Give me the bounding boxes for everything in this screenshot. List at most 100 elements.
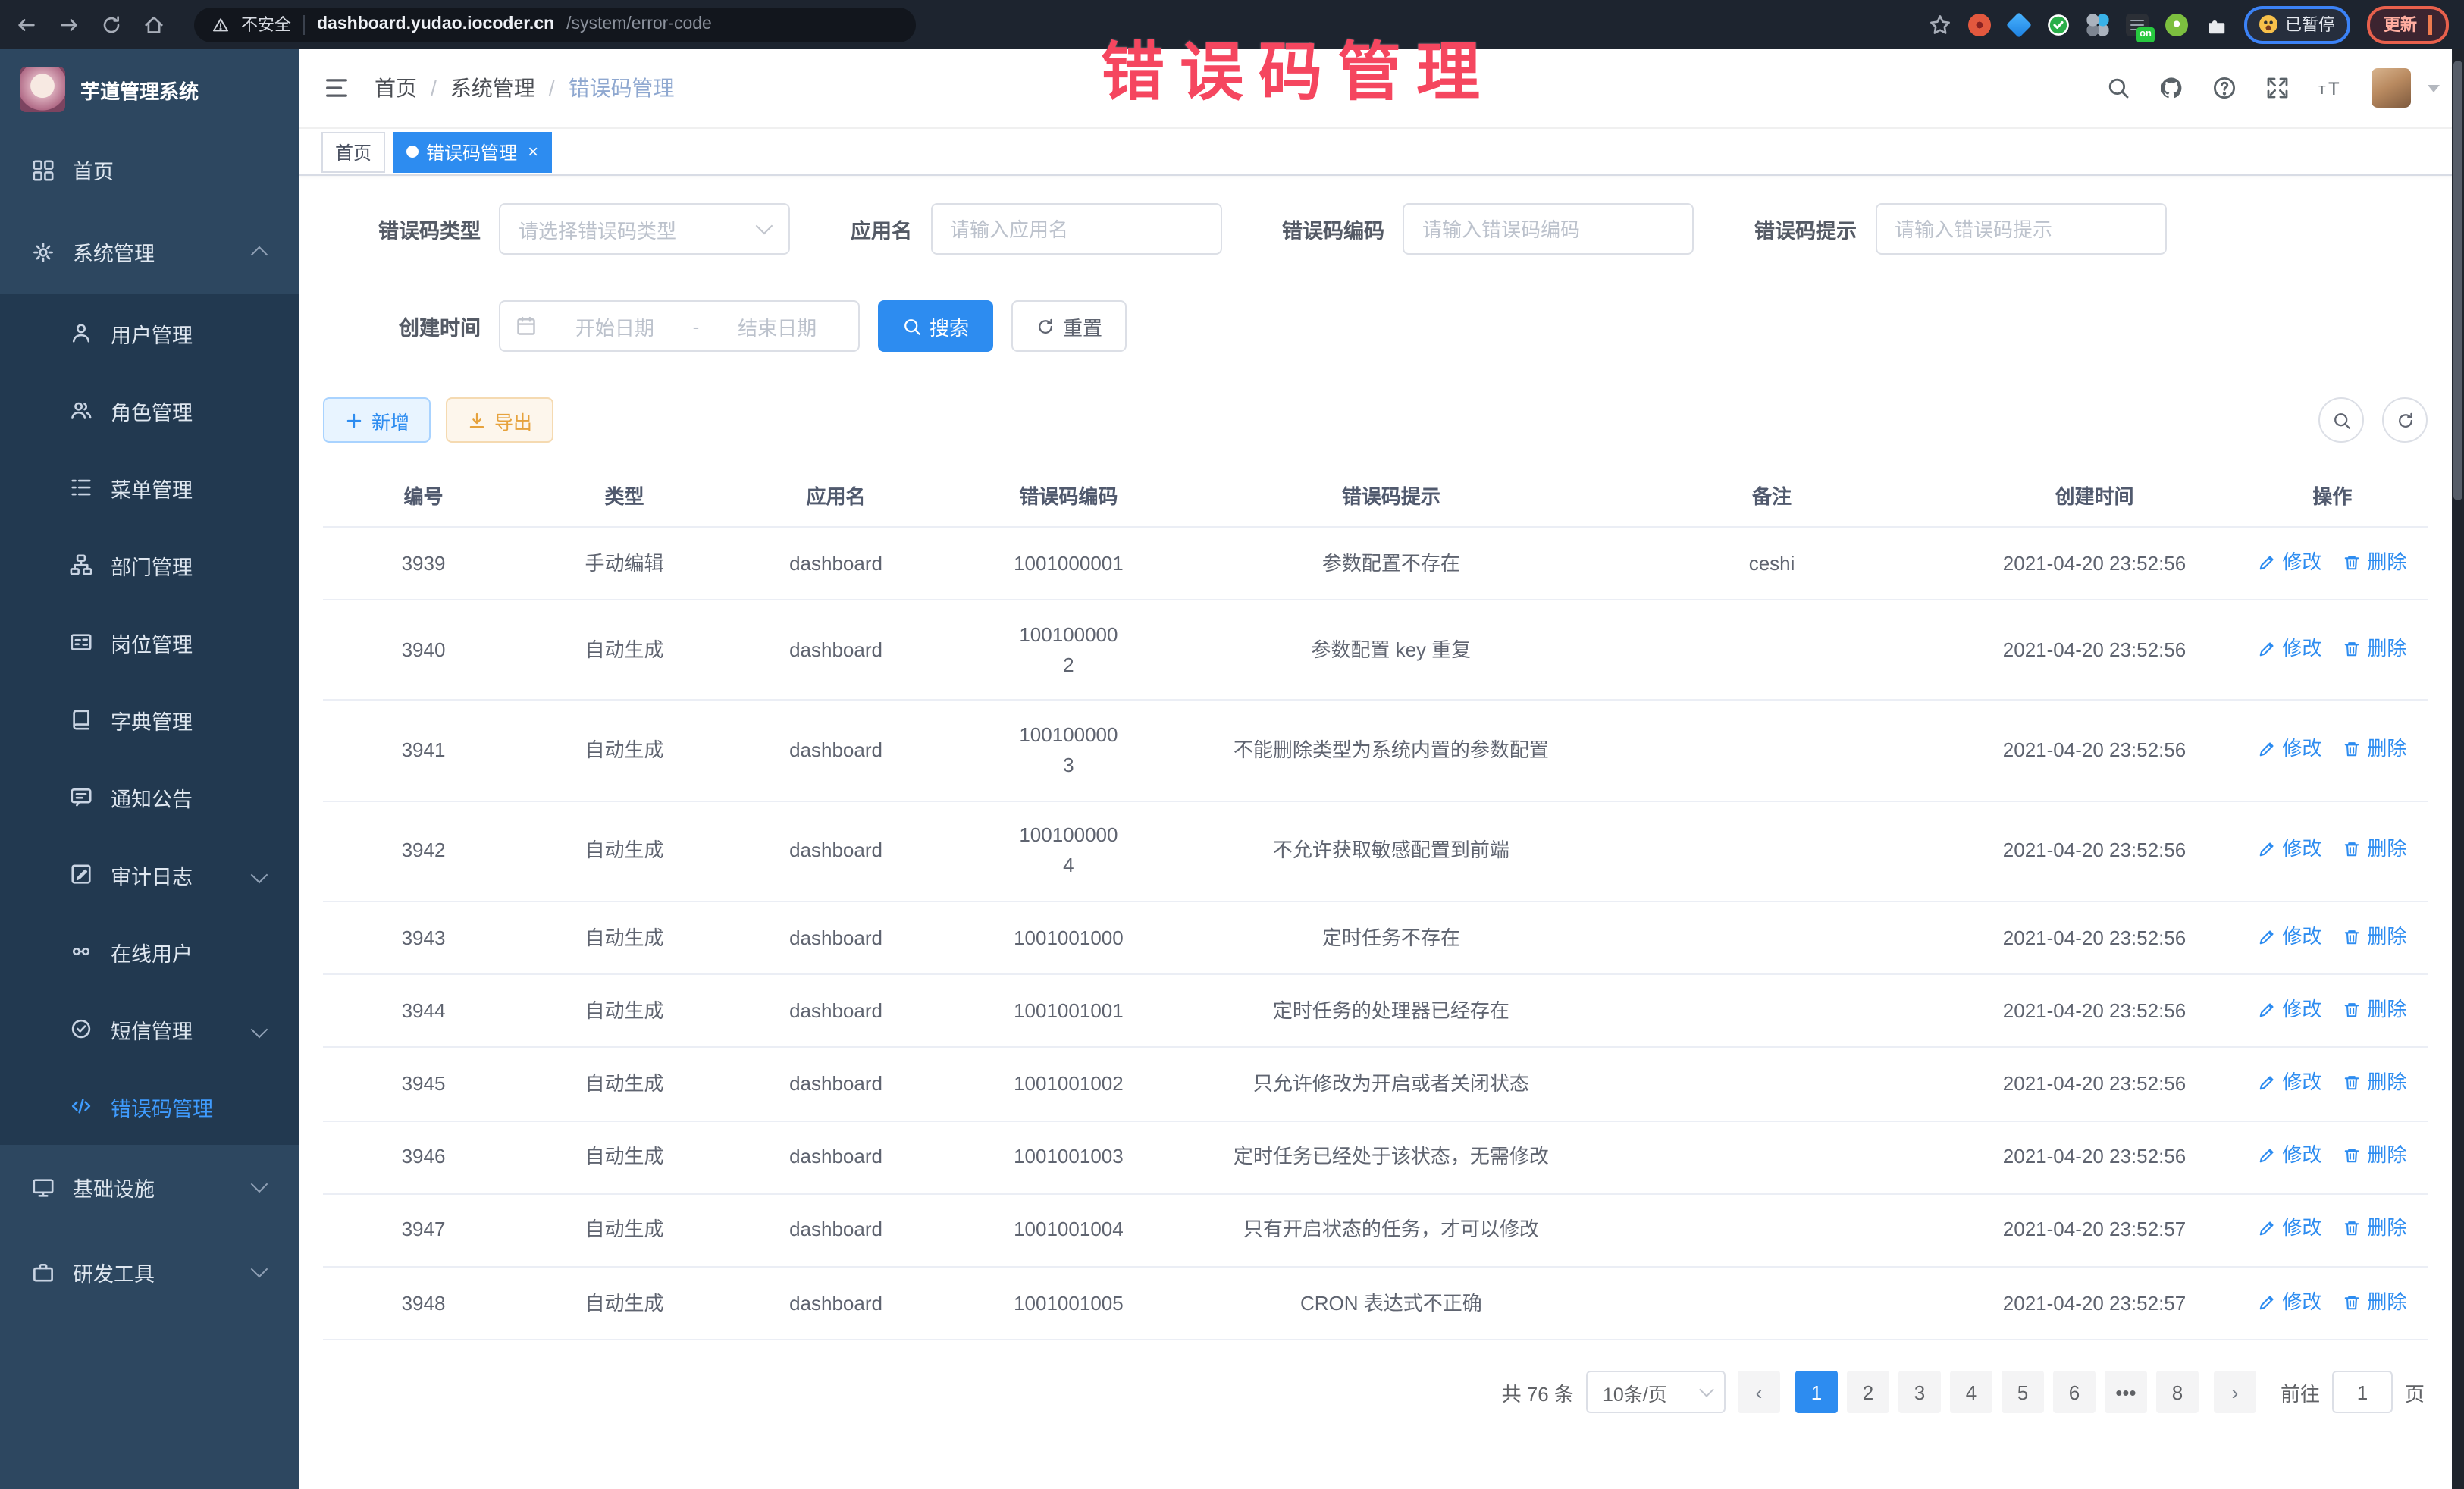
- bookmark-star-icon[interactable]: [1929, 13, 1951, 36]
- forward-icon[interactable]: [58, 13, 80, 36]
- sidebar-item-user-mgmt[interactable]: 用户管理: [0, 294, 299, 371]
- filter-row-1: 错误码类型 请选择错误码类型 应用名 错误码编码: [323, 203, 2428, 255]
- delete-link[interactable]: 删除: [2343, 1140, 2406, 1171]
- extensions-puzzle-icon[interactable]: [2205, 13, 2227, 36]
- github-icon[interactable]: [2159, 76, 2183, 100]
- error-code-input[interactable]: [1403, 203, 1694, 255]
- extension-check-icon[interactable]: [2047, 13, 2070, 36]
- sidebar-item-role-mgmt[interactable]: 角色管理: [0, 371, 299, 449]
- edit-link[interactable]: 修改: [2258, 921, 2321, 951]
- breadcrumb-system[interactable]: 系统管理: [450, 73, 535, 103]
- sidebar-item-dict-mgmt[interactable]: 字典管理: [0, 681, 299, 758]
- sidebar-item-error-code[interactable]: 错误码管理: [0, 1067, 299, 1145]
- page-button[interactable]: 4: [1950, 1371, 1992, 1414]
- extension-icon[interactable]: [2086, 13, 2109, 36]
- error-msg-input[interactable]: [1875, 203, 2166, 255]
- tab-close-icon[interactable]: ×: [528, 141, 538, 162]
- page-button[interactable]: 3: [1898, 1371, 1941, 1414]
- extension-icon[interactable]: [2165, 13, 2188, 36]
- sidebar-item-label: 系统管理: [73, 237, 155, 267]
- app-name-input[interactable]: [930, 203, 1221, 255]
- search-icon[interactable]: [2106, 76, 2130, 100]
- hamburger-icon[interactable]: [323, 74, 350, 102]
- sidebar-item-notice[interactable]: 通知公告: [0, 758, 299, 835]
- delete-link[interactable]: 删除: [2343, 921, 2406, 951]
- search-button[interactable]: 搜索: [878, 300, 993, 352]
- page-button[interactable]: 6: [2053, 1371, 2096, 1414]
- page-button[interactable]: 5: [2002, 1371, 2044, 1414]
- home-icon[interactable]: [143, 13, 165, 36]
- sidebar-item-audit-log[interactable]: 审计日志: [0, 835, 299, 913]
- next-page-button[interactable]: ›: [2214, 1371, 2256, 1414]
- tab-error-code[interactable]: 错误码管理 ×: [393, 131, 552, 172]
- avatar[interactable]: [2372, 68, 2411, 108]
- breadcrumb-home[interactable]: 首页: [375, 73, 417, 103]
- show-search-button[interactable]: [2318, 397, 2364, 443]
- sidebar-item-sms-mgmt[interactable]: 短信管理: [0, 990, 299, 1067]
- edit-link[interactable]: 修改: [2258, 1067, 2321, 1098]
- update-button[interactable]: 更新: [2367, 5, 2449, 43]
- page-size-select[interactable]: 10条/页: [1586, 1371, 1726, 1414]
- cell-code: 1001001000: [947, 901, 1190, 974]
- edit-link[interactable]: 修改: [2258, 995, 2321, 1025]
- sidebar-item-infrastructure[interactable]: 基础设施: [0, 1145, 299, 1230]
- font-size-icon[interactable]: TT: [2318, 76, 2343, 100]
- delete-link[interactable]: 删除: [2343, 995, 2406, 1025]
- page-button[interactable]: 1: [1795, 1371, 1838, 1414]
- edit-link[interactable]: 修改: [2258, 633, 2321, 663]
- cell-code: 1001001001: [947, 975, 1190, 1048]
- page-button[interactable]: 8: [2156, 1371, 2199, 1414]
- edit-link[interactable]: 修改: [2258, 734, 2321, 764]
- page-button[interactable]: 2: [1847, 1371, 1889, 1414]
- export-button[interactable]: 导出: [446, 397, 553, 443]
- edit-link[interactable]: 修改: [2258, 547, 2321, 577]
- trash-icon: [2343, 1074, 2361, 1092]
- delete-link[interactable]: 删除: [2343, 835, 2406, 865]
- edit-link[interactable]: 修改: [2258, 1287, 2321, 1317]
- scrollbar-thumb[interactable]: [2453, 61, 2462, 500]
- sidebar-item-menu-mgmt[interactable]: 菜单管理: [0, 449, 299, 526]
- sidebar-item-home[interactable]: 首页: [0, 130, 299, 209]
- delete-link[interactable]: 删除: [2343, 1287, 2406, 1317]
- delete-link[interactable]: 删除: [2343, 1067, 2406, 1098]
- sidebar-item-post-mgmt[interactable]: 岗位管理: [0, 603, 299, 681]
- delete-link[interactable]: 删除: [2343, 633, 2406, 663]
- sidebar-item-dept-mgmt[interactable]: 部门管理: [0, 526, 299, 603]
- delete-link[interactable]: 删除: [2343, 1214, 2406, 1244]
- extension-icon[interactable]: [1968, 13, 1991, 36]
- back-icon[interactable]: [15, 13, 38, 36]
- sidebar-item-online-users[interactable]: 在线用户: [0, 913, 299, 990]
- edit-link[interactable]: 修改: [2258, 835, 2321, 865]
- help-icon[interactable]: [2212, 76, 2237, 100]
- goto-page-input[interactable]: [2332, 1371, 2393, 1414]
- error-type-select[interactable]: 请选择错误码类型: [499, 203, 790, 255]
- sidebar-item-dev-tools[interactable]: 研发工具: [0, 1230, 299, 1315]
- page-button[interactable]: •••: [2105, 1371, 2147, 1414]
- delete-link[interactable]: 删除: [2343, 734, 2406, 764]
- sidebar-item-system[interactable]: 系统管理: [0, 209, 299, 294]
- edit-link[interactable]: 修改: [2258, 1140, 2321, 1171]
- trash-icon: [2343, 553, 2361, 571]
- delete-label: 删除: [2367, 921, 2406, 951]
- reset-button[interactable]: 重置: [1011, 300, 1127, 352]
- scrollbar-track[interactable]: [2452, 49, 2464, 1489]
- pencil-icon: [2258, 841, 2276, 859]
- paused-profile-chip[interactable]: 已暂停: [2244, 5, 2350, 43]
- address-bar[interactable]: 不安全 dashboard.yudao.iocoder.cn/system/er…: [194, 7, 916, 42]
- extension-icon[interactable]: on: [2126, 13, 2149, 36]
- sidebar-item-label: 短信管理: [111, 1014, 193, 1044]
- filter-error-type: 错误码类型 请选择错误码类型: [323, 203, 790, 255]
- delete-link[interactable]: 删除: [2343, 547, 2406, 577]
- date-range-picker[interactable]: 开始日期 - 结束日期: [499, 300, 860, 352]
- reload-icon[interactable]: [100, 13, 123, 36]
- extension-icon[interactable]: [2006, 11, 2032, 37]
- caret-down-icon[interactable]: [2428, 84, 2440, 92]
- app-logo-row[interactable]: 芋道管理系统: [0, 49, 299, 130]
- refresh-table-button[interactable]: [2382, 397, 2428, 443]
- tab-home[interactable]: 首页: [321, 131, 385, 172]
- edit-link[interactable]: 修改: [2258, 1214, 2321, 1244]
- add-button[interactable]: 新增: [323, 397, 431, 443]
- fullscreen-icon[interactable]: [2265, 76, 2290, 100]
- cell-app: dashboard: [725, 600, 947, 701]
- prev-page-button[interactable]: ‹: [1738, 1371, 1780, 1414]
